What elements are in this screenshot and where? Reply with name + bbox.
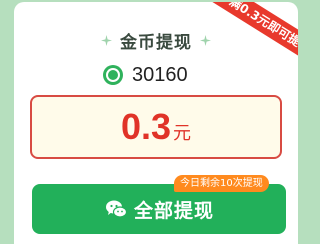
balance-value: 30160	[132, 63, 188, 86]
coin-balance: 30160	[102, 62, 188, 88]
withdraw-amount-option[interactable]: 0.3 元	[30, 95, 282, 159]
remaining-times-badge: 今日剩余10次提现	[174, 175, 269, 192]
sparkle-icon	[200, 35, 211, 46]
coin-icon	[103, 65, 123, 85]
sparkle-icon	[101, 35, 112, 46]
page-title: 金币提现	[120, 33, 192, 53]
amount-value: 0.3	[120, 106, 172, 147]
wechat-icon	[105, 200, 128, 218]
withdraw-button-label: 全部提现	[133, 199, 214, 222]
amount-unit: 元	[173, 123, 192, 144]
withdraw-card: 金币提现 满0.3元即可提现 30160 0.3 元 全部提现 今日剩余10次提…	[14, 2, 298, 244]
title-row: 金币提现	[14, 28, 298, 53]
